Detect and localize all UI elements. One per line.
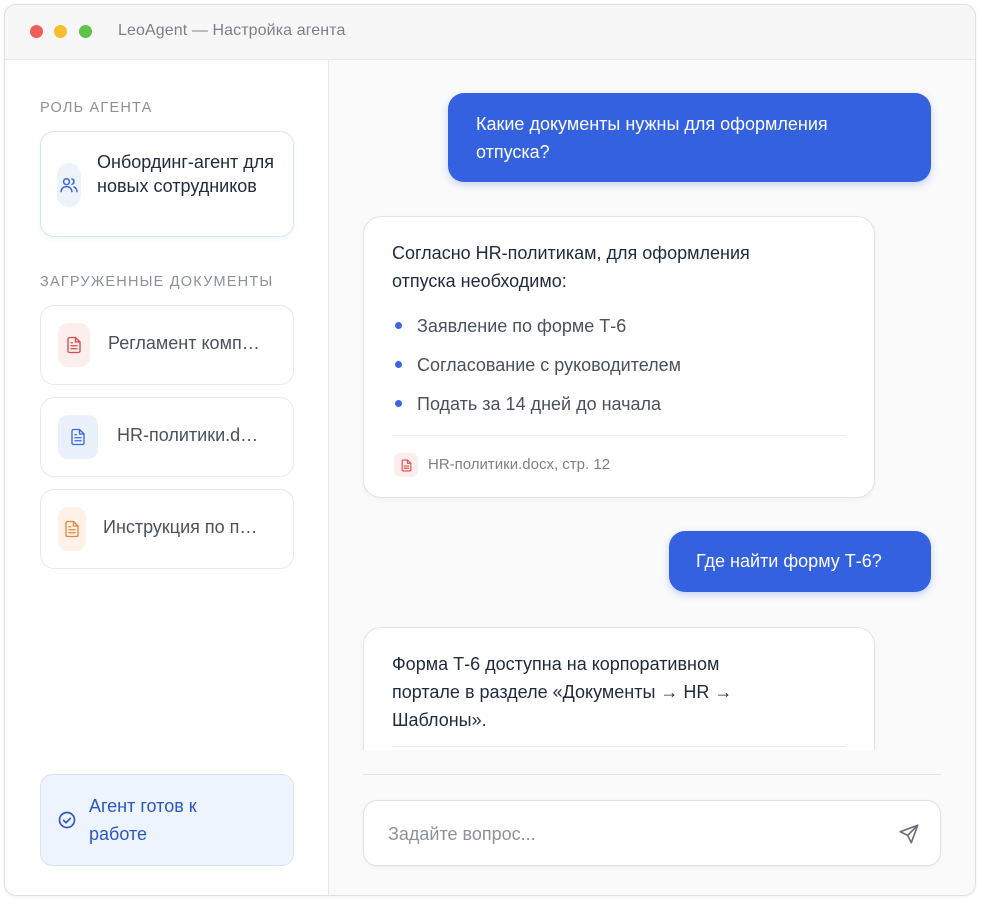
user-message-text: Где найти форму Т-6? <box>696 551 882 571</box>
document-name: HR-политики.d… <box>117 425 259 445</box>
assistant-message-text: Форма Т-6 доступна на корпоративном порт… <box>392 654 733 730</box>
document-name: Инструкция по п… <box>103 517 258 537</box>
close-window-button[interactable] <box>30 25 43 38</box>
bullet-item: Согласование с руководителем <box>392 351 681 390</box>
chat-panel: Какие документы нужны для оформления отп… <box>329 60 975 895</box>
divider <box>392 435 846 436</box>
user-message: Какие документы нужны для оформления отп… <box>448 93 931 182</box>
message-composer <box>363 800 941 867</box>
assistant-message: Форма Т-6 доступна на корпоративном порт… <box>363 627 875 750</box>
send-icon <box>898 823 920 845</box>
user-message-text: Какие документы нужны для оформления отп… <box>476 114 828 162</box>
agent-role-text: Онбординг-агент для новых сотрудников <box>97 152 275 196</box>
minimize-window-button[interactable] <box>54 25 67 38</box>
document-name: Регламент комп… <box>108 333 260 353</box>
assistant-message: Согласно HR-политикам, для оформления от… <box>363 216 875 498</box>
file-text-icon <box>58 323 90 367</box>
user-message: Где найти форму Т-6? <box>669 531 931 592</box>
source-text: HR-политики.docx, стр. 12 <box>428 456 611 473</box>
maximize-window-button[interactable] <box>79 25 92 38</box>
document-item[interactable]: Инструкция по п… <box>40 489 294 569</box>
source-citation[interactable]: HR-политики.docx, стр. 12 <box>394 451 610 479</box>
assistant-message-text: Согласно HR-политикам, для оформления от… <box>392 243 750 291</box>
input-divider <box>363 774 941 775</box>
role-section-label: РОЛЬ АГЕНТА <box>40 100 153 116</box>
document-item[interactable]: Регламент комп… <box>40 305 294 385</box>
message-input[interactable] <box>386 801 870 867</box>
titlebar: LeoAgent — Настройка агента <box>5 5 975 60</box>
send-button[interactable] <box>896 821 922 847</box>
app-window: LeoAgent — Настройка агента РОЛЬ АГЕНТА … <box>4 4 976 896</box>
users-icon <box>57 163 81 207</box>
bullet-item: Заявление по форме Т-6 <box>392 312 681 351</box>
file-text-icon <box>58 415 98 459</box>
check-circle-icon <box>57 810 77 835</box>
sidebar: РОЛЬ АГЕНТА Онбординг-агент для новых со… <box>5 60 329 895</box>
documents-section-label: ЗАГРУЖЕННЫЕ ДОКУМЕНТЫ <box>40 274 274 290</box>
bullet-list: Заявление по форме Т-6 Согласование с ру… <box>392 312 681 429</box>
agent-role-card[interactable]: Онбординг-агент для новых сотрудников <box>40 131 294 237</box>
divider <box>392 746 846 747</box>
agent-status-text: Агент готов к работе <box>89 796 197 844</box>
bullet-item: Подать за 14 дней до начала <box>392 390 681 429</box>
file-icon <box>394 453 418 477</box>
message-list[interactable]: Какие документы нужны для оформления отп… <box>329 60 975 750</box>
agent-status-card: Агент готов к работе <box>40 774 294 866</box>
document-item[interactable]: HR-политики.d… <box>40 397 294 477</box>
file-text-icon <box>58 507 86 551</box>
window-title: LeoAgent — Настройка агента <box>118 22 346 39</box>
